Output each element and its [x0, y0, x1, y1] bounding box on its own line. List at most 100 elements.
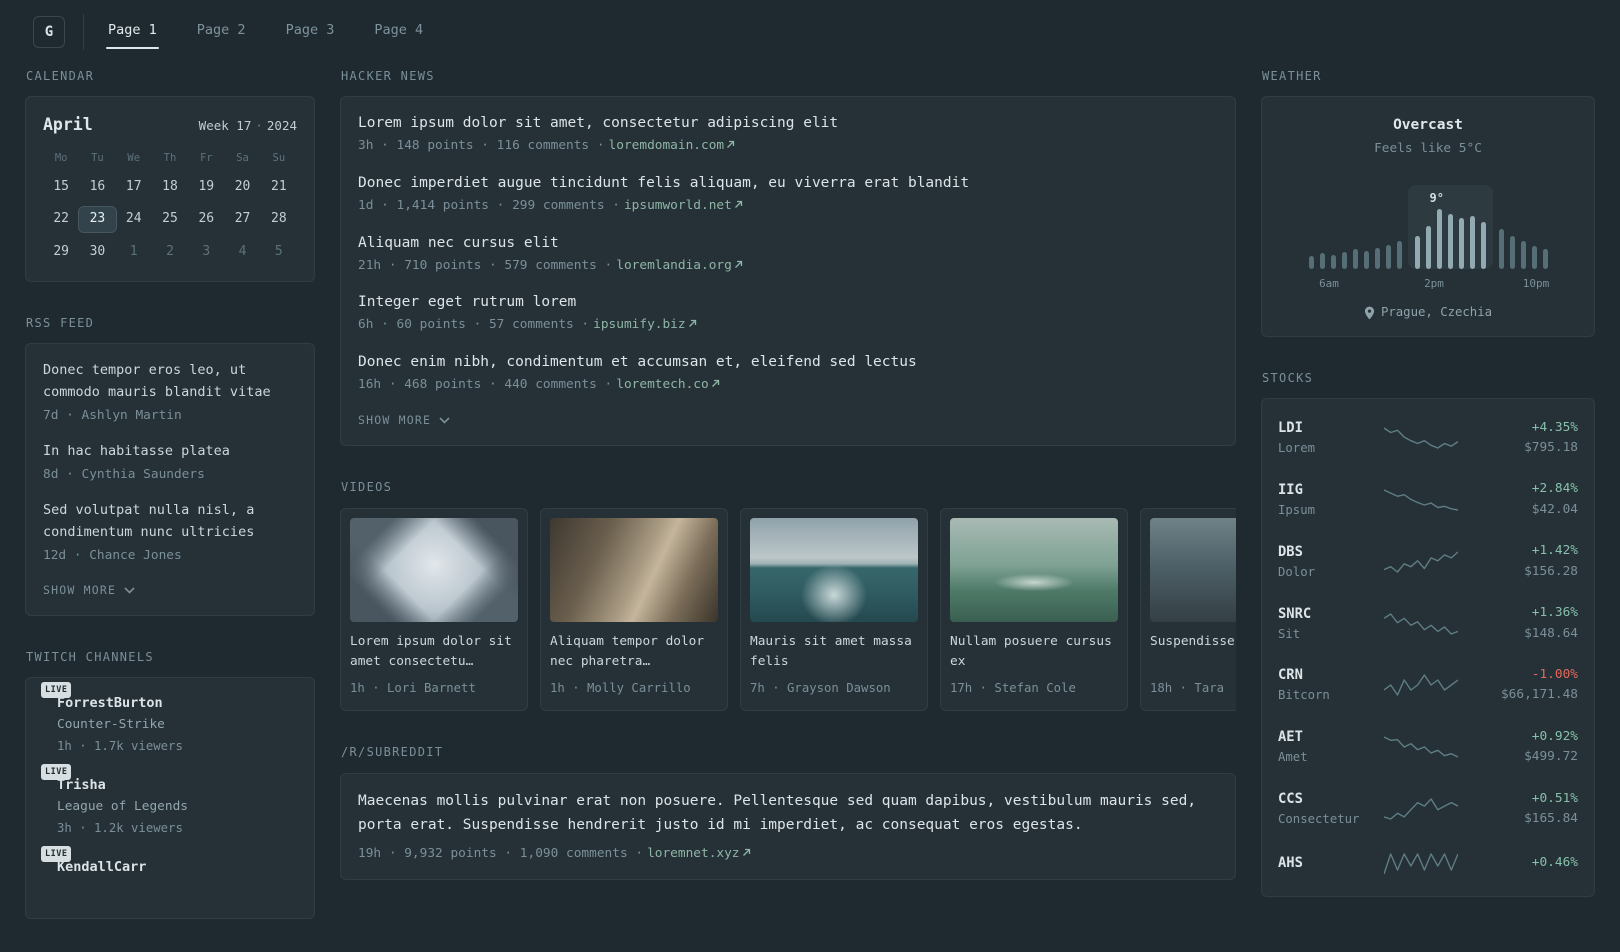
nav-separator	[83, 14, 84, 50]
stock-name: Lorem	[1278, 441, 1316, 456]
video-card[interactable]: Mauris sit amet massa felis 7h · Grayson…	[740, 507, 928, 712]
calendar-day[interactable]: 29	[43, 240, 79, 265]
external-link-icon	[734, 200, 742, 208]
calendar-day[interactable]: 27	[224, 207, 260, 232]
video-thumbnail[interactable]	[1150, 517, 1236, 622]
hn-item-domain-link[interactable]: ipsumify.biz	[593, 317, 685, 332]
stock-row[interactable]: SNRC Sit +1.36% $148.64	[1278, 593, 1578, 655]
video-card[interactable]: Aliquam tempor dolor nec pharetra… 1h · …	[540, 507, 728, 712]
video-title[interactable]: Suspendisse diam	[1150, 632, 1236, 673]
chevron-down-icon	[124, 586, 135, 594]
stock-change: +0.46%	[1531, 854, 1578, 870]
calendar-day[interactable]: 21	[261, 175, 297, 200]
hn-item-title[interactable]: Aliquam nec cursus elit	[358, 233, 1218, 254]
hn-show-more-button[interactable]: SHOW MORE	[358, 411, 450, 429]
calendar-day[interactable]: 25	[152, 207, 188, 232]
stock-row[interactable]: AET Amet +0.92% $499.72	[1278, 716, 1578, 778]
calendar-day[interactable]: 22	[43, 207, 79, 232]
calendar-year: 2024	[266, 118, 297, 134]
channel-name[interactable]: Trisha	[57, 776, 188, 796]
video-thumbnail[interactable]	[350, 517, 518, 622]
hn-item-domain-link[interactable]: loremlandia.org	[616, 258, 732, 273]
calendar-day-next-month[interactable]: 4	[224, 240, 260, 265]
calendar-day[interactable]: 30	[79, 240, 115, 265]
calendar-day-next-month[interactable]: 2	[152, 240, 188, 265]
calendar-day-next-month[interactable]: 1	[116, 240, 152, 265]
hn-item-domain-link[interactable]: loremtech.co	[616, 377, 708, 392]
hn-item-title[interactable]: Donec imperdiet augue tincidunt felis al…	[358, 173, 1218, 194]
video-card[interactable]: Suspendisse diam 18h · Tara	[1140, 507, 1236, 712]
video-title[interactable]: Lorem ipsum dolor sit amet consectetu…	[350, 632, 518, 673]
twitch-channel-row[interactable]: LIVE KendallCarr	[41, 846, 297, 881]
stock-row[interactable]: IIG Ipsum +2.84% $42.04	[1278, 469, 1578, 531]
dashboard-grid: CALENDAR April Week 17 · 2024 Mo Tu We Th …	[0, 58, 1620, 952]
rss-item-title[interactable]: Donec tempor eros leo, ut commodo mauris…	[43, 360, 297, 403]
videos-row: Lorem ipsum dolor sit amet consectetu… 1…	[340, 507, 1236, 712]
calendar-day[interactable]: 26	[188, 207, 224, 232]
calendar-day[interactable]: 15	[43, 175, 79, 200]
weather-bar	[1319, 252, 1325, 269]
video-title[interactable]: Aliquam tempor dolor nec pharetra…	[550, 632, 718, 673]
subreddit-post: Maecenas mollis pulvinar erat non posuer…	[358, 790, 1218, 863]
video-card[interactable]: Nullam posuere cursus ex 17h · Stefan Co…	[940, 507, 1128, 712]
hn-item-title[interactable]: Lorem ipsum dolor sit amet, consectetur …	[358, 113, 1218, 134]
stock-row[interactable]: CCS Consectetur +0.51% $165.84	[1278, 778, 1578, 840]
calendar-day[interactable]: 18	[152, 175, 188, 200]
rss-item-title[interactable]: In hac habitasse platea	[43, 441, 297, 463]
hn-meta-text: 3h · 148 points · 116 comments ·	[358, 138, 605, 154]
video-title[interactable]: Mauris sit amet massa felis	[750, 632, 918, 673]
calendar-day-next-month[interactable]: 5	[261, 240, 297, 265]
stock-change: +4.35%	[1531, 419, 1578, 435]
video-thumbnail[interactable]	[550, 517, 718, 622]
video-thumbnail[interactable]	[750, 517, 918, 622]
channel-name[interactable]: KendallCarr	[57, 858, 146, 878]
weather-widget-title: WEATHER	[1262, 69, 1322, 83]
calendar-day-selected[interactable]: 23	[78, 206, 117, 234]
subreddit-domain-link[interactable]: loremnet.xyz	[647, 846, 739, 861]
calendar-day[interactable]: 24	[116, 207, 152, 232]
hn-item-title[interactable]: Integer eget rutrum lorem	[358, 292, 1218, 313]
rss-item-title[interactable]: Sed volutpat nulla nisl, a condimentum n…	[43, 500, 297, 543]
rss-show-more-button[interactable]: SHOW MORE	[43, 581, 135, 599]
stock-price: $795.18	[1524, 440, 1578, 456]
weather-bar	[1458, 217, 1464, 269]
video-title[interactable]: Nullam posuere cursus ex	[950, 632, 1118, 673]
calendar-day-next-month[interactable]: 3	[188, 240, 224, 265]
videos-widget: VIDEOS Lorem ipsum dolor sit amet consec…	[340, 479, 1236, 712]
tab-page-3[interactable]: Page 3	[284, 9, 337, 55]
channel-category[interactable]: Counter-Strike	[57, 716, 183, 735]
stock-row[interactable]: CRN Bitcorn -1.00% $66,171.48	[1278, 654, 1578, 716]
tab-page-4[interactable]: Page 4	[372, 9, 425, 55]
calendar-widget-title: CALENDAR	[26, 69, 95, 83]
hn-item: Lorem ipsum dolor sit amet, consectetur …	[358, 113, 1218, 156]
stock-row[interactable]: LDI Lorem +4.35% $795.18	[1278, 407, 1578, 469]
twitch-channel-row[interactable]: LIVE ForrestBurton Counter-Strike 1h · 1…	[41, 682, 297, 755]
calendar-day[interactable]: 16	[79, 175, 115, 200]
app-logo[interactable]: G	[33, 16, 65, 48]
subreddit-post-title[interactable]: Maecenas mollis pulvinar erat non posuer…	[358, 790, 1218, 838]
rss-card: Donec tempor eros leo, ut commodo mauris…	[25, 343, 315, 617]
calendar-day[interactable]: 20	[224, 175, 260, 200]
stock-row[interactable]: AHS +0.46%	[1278, 840, 1578, 888]
stock-row[interactable]: DBS Dolor +1.42% $156.28	[1278, 531, 1578, 593]
subreddit-meta-text: 19h · 9,932 points · 1,090 comments ·	[358, 845, 644, 861]
tab-page-1[interactable]: Page 1	[106, 9, 159, 55]
hn-item-domain-link[interactable]: ipsumworld.net	[624, 198, 732, 213]
twitch-channel-row[interactable]: LIVE Trisha League of Legends 3h · 1.2k …	[41, 764, 297, 837]
live-badge: LIVE	[41, 682, 72, 699]
calendar-day[interactable]: 28	[261, 207, 297, 232]
hn-item-domain-link[interactable]: loremdomain.com	[609, 138, 725, 153]
calendar-day[interactable]: 17	[116, 175, 152, 200]
video-thumbnail[interactable]	[950, 517, 1118, 622]
hn-item-meta: 6h · 60 points · 57 comments · ipsumify.b…	[358, 316, 1218, 335]
center-column: HACKER NEWS Lorem ipsum dolor sit amet, …	[340, 68, 1236, 913]
tab-page-2[interactable]: Page 2	[195, 9, 248, 55]
video-card[interactable]: Lorem ipsum dolor sit amet consectetu… 1…	[340, 507, 528, 712]
weather-bar	[1498, 228, 1504, 269]
hn-meta-text: 1d · 1,414 points · 299 comments ·	[358, 197, 620, 213]
channel-name[interactable]: ForrestBurton	[57, 694, 183, 714]
channel-category[interactable]: League of Legends	[57, 798, 188, 817]
calendar-day[interactable]: 19	[188, 175, 224, 200]
weather-feels-like: Feels like 5°C	[1374, 141, 1482, 157]
hn-item-title[interactable]: Donec enim nibh, condimentum et accumsan…	[358, 352, 1218, 373]
